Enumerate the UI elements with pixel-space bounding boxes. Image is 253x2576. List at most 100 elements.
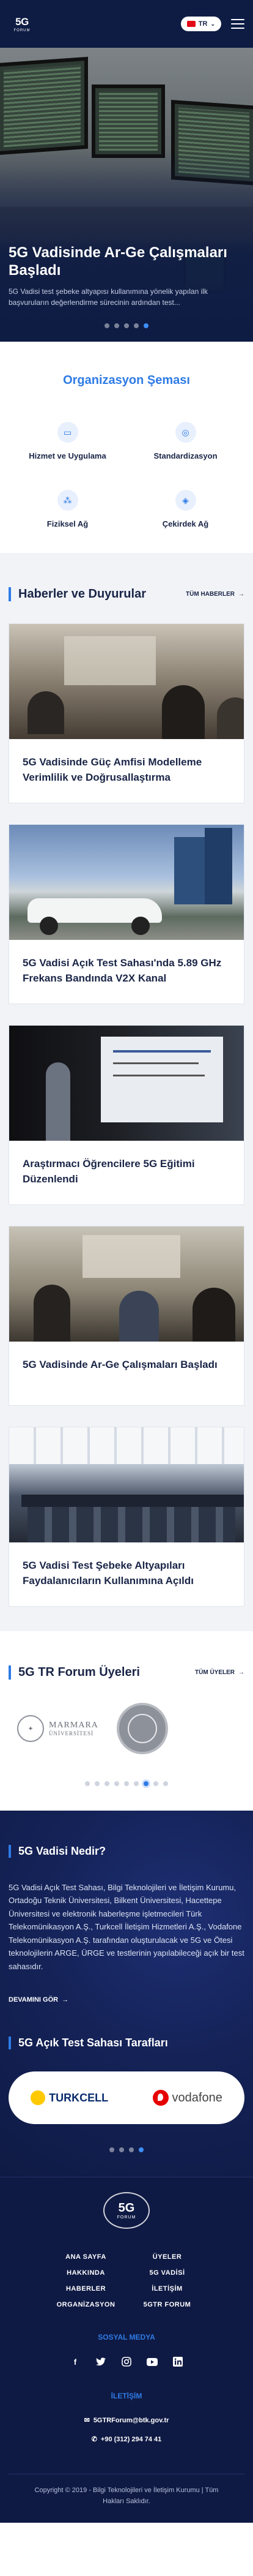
org-item-standardization[interactable]: ◎ Standardizasyon bbox=[127, 422, 244, 460]
core-icon: ◈ bbox=[175, 490, 196, 511]
facebook-icon[interactable]: f bbox=[70, 2356, 81, 2367]
news-title: 5G Vadisinde Güç Amfisi Modelleme Veriml… bbox=[23, 756, 202, 783]
pagination-dot[interactable] bbox=[105, 1781, 109, 1786]
site-footer: 5G FORUM ANA SAYFA ÜYELER HAKKINDA 5G VA… bbox=[0, 2177, 253, 2523]
turkcell-mark-icon bbox=[31, 2090, 46, 2106]
language-code: TR bbox=[198, 20, 208, 28]
logo-subtext: FORUM bbox=[13, 28, 31, 32]
news-title: 5G Vadisi Açık Test Sahası'nda 5.89 GHz … bbox=[23, 957, 222, 984]
org-item-physical-network[interactable]: ⁂ Fiziksel Ağ bbox=[9, 490, 127, 528]
pagination-dot[interactable] bbox=[153, 1781, 158, 1786]
pagination-dot[interactable] bbox=[134, 323, 139, 328]
pagination-dot[interactable] bbox=[124, 323, 129, 328]
members-carousel[interactable]: ✦ MARMARA ÜNİVERSİTESİ bbox=[9, 1698, 244, 1759]
hamburger-menu-icon[interactable] bbox=[231, 19, 244, 29]
org-item-label: Fiziksel Ağ bbox=[46, 519, 89, 528]
org-item-core-network[interactable]: ◈ Çekirdek Ağ bbox=[127, 490, 244, 528]
news-card[interactable]: 5G Vadisi Açık Test Sahası'nda 5.89 GHz … bbox=[9, 824, 244, 1004]
organization-title: Organizasyon Şeması bbox=[63, 374, 190, 387]
org-item-label: Hizmet ve Uygulama bbox=[29, 451, 106, 460]
footer-nav: ANA SAYFA ÜYELER HAKKINDA 5G VADİSİ HABE… bbox=[9, 2253, 244, 2308]
footer-link-news[interactable]: HABERLER bbox=[45, 2285, 127, 2292]
news-card[interactable]: 5G Vadisinde Güç Amfisi Modelleme Veriml… bbox=[9, 623, 244, 803]
twitter-icon[interactable] bbox=[95, 2356, 106, 2367]
email-link[interactable]: ✉ 5GTRForum@btk.gov.tr bbox=[84, 2416, 169, 2425]
pagination-dot[interactable] bbox=[114, 1781, 119, 1786]
chevron-down-icon: ⌄ bbox=[210, 20, 215, 27]
organization-grid: ▭ Hizmet ve Uygulama ◎ Standardizasyon ⁂… bbox=[9, 422, 244, 528]
footer-logo-subtext: FORUM bbox=[117, 2215, 136, 2220]
youtube-icon[interactable] bbox=[147, 2356, 158, 2367]
hero-caption: 5G Vadisinde Ar-Ge Çalışmaları Başladı 5… bbox=[9, 244, 244, 308]
pagination-dot[interactable] bbox=[114, 323, 119, 328]
member-name: MARMARA bbox=[49, 1721, 98, 1730]
pagination-dot[interactable] bbox=[95, 1781, 100, 1786]
pagination-dot[interactable] bbox=[139, 2147, 144, 2153]
read-more-link[interactable]: DEVAMINI GÖR → bbox=[9, 1996, 244, 2003]
organization-section: Organizasyon Şeması ▭ Hizmet ve Uygulama… bbox=[0, 342, 253, 553]
pagination-dot[interactable] bbox=[109, 2147, 114, 2153]
pagination-dot[interactable] bbox=[144, 323, 148, 328]
pagination-dot[interactable] bbox=[134, 1781, 139, 1786]
marmara-university-logo[interactable]: ✦ MARMARA ÜNİVERSİTESİ bbox=[17, 1715, 98, 1742]
arrow-right-icon: → bbox=[238, 1669, 244, 1676]
instagram-icon[interactable] bbox=[121, 2356, 132, 2367]
pagination-dot[interactable] bbox=[105, 323, 109, 328]
contact-info: ✉ 5GTRForum@btk.gov.tr ✆ +90 (312) 294 7… bbox=[9, 2416, 244, 2444]
all-news-link[interactable]: TÜM HABERLER → bbox=[186, 591, 244, 598]
hero-title[interactable]: 5G Vadisinde Ar-Ge Çalışmaları Başladı bbox=[9, 244, 244, 280]
footer-link-about[interactable]: HAKKINDA bbox=[45, 2269, 127, 2277]
all-news-label: TÜM HABERLER bbox=[186, 591, 235, 598]
contact-title: İLETİŞİM bbox=[111, 2392, 142, 2401]
network-icon: ⁂ bbox=[57, 490, 78, 511]
screen-icon: ▭ bbox=[57, 422, 78, 443]
top-bar: 5G FORUM TR ⌄ bbox=[0, 0, 253, 48]
news-card[interactable]: 5G Vadisinde Ar-Ge Çalışmaları Başladı bbox=[9, 1226, 244, 1406]
member-seal-logo[interactable] bbox=[116, 1703, 168, 1754]
read-more-label: DEVAMINI GÖR bbox=[9, 1996, 59, 2004]
footer-link-organization[interactable]: ORGANİZASYON bbox=[45, 2301, 127, 2308]
partners-pagination bbox=[9, 2147, 244, 2153]
pagination-dot[interactable] bbox=[144, 1781, 148, 1786]
valley-section: 5G Vadisi Nedir? 5G Vadisi Açık Test Sah… bbox=[0, 1811, 253, 2177]
news-card[interactable]: 5G Vadisi Test Şebeke Altyapıları Faydal… bbox=[9, 1427, 244, 1607]
footer-link-5g-valley[interactable]: 5G VADİSİ bbox=[127, 2269, 208, 2277]
footer-link-home[interactable]: ANA SAYFA bbox=[45, 2253, 127, 2261]
marmara-seal-icon: ✦ bbox=[17, 1715, 44, 1742]
footer-link-contact[interactable]: İLETİŞİM bbox=[127, 2285, 208, 2292]
site-logo[interactable]: 5G FORUM bbox=[9, 16, 35, 32]
pagination-dot[interactable] bbox=[119, 2147, 124, 2153]
hero-slider[interactable]: 5G Vadisinde Ar-Ge Çalışmaları Başladı 5… bbox=[0, 48, 253, 342]
language-selector[interactable]: TR ⌄ bbox=[180, 17, 221, 31]
arrow-right-icon: → bbox=[238, 591, 244, 598]
news-list: 5G Vadisinde Güç Amfisi Modelleme Veriml… bbox=[9, 623, 244, 1607]
partners-title: 5G Açık Test Sahası Tarafları bbox=[9, 2037, 244, 2050]
hero-pagination bbox=[0, 323, 253, 328]
vodafone-logo[interactable]: vodafone bbox=[152, 2090, 222, 2106]
linkedin-icon[interactable] bbox=[172, 2356, 183, 2367]
pagination-dot[interactable] bbox=[163, 1781, 168, 1786]
all-members-link[interactable]: TÜM ÜYELER → bbox=[195, 1669, 244, 1676]
turkcell-logo[interactable]: TURKCELL bbox=[31, 2090, 108, 2106]
pagination-dot[interactable] bbox=[85, 1781, 90, 1786]
member-subtitle: ÜNİVERSİTESİ bbox=[49, 1730, 94, 1737]
footer-link-members[interactable]: ÜYELER bbox=[127, 2253, 208, 2261]
email-address: 5GTRForum@btk.gov.tr bbox=[93, 2416, 169, 2424]
valley-description: 5G Vadisi Açık Test Sahası, Bilgi Teknol… bbox=[9, 1883, 244, 1971]
footer-link-forum[interactable]: 5GTR FORUM bbox=[127, 2301, 208, 2308]
pagination-dot[interactable] bbox=[129, 2147, 134, 2153]
news-card[interactable]: Araştırmacı Öğrencilere 5G Eğitimi Düzen… bbox=[9, 1025, 244, 1205]
news-image bbox=[9, 1026, 244, 1141]
arrow-right-icon: → bbox=[62, 1996, 69, 2004]
footer-logo[interactable]: 5G FORUM bbox=[9, 2192, 244, 2229]
forum-members-section: 5G TR Forum Üyeleri TÜM ÜYELER → ✦ MARMA… bbox=[0, 1631, 253, 1811]
phone-number: +90 (312) 294 74 41 bbox=[100, 2435, 162, 2443]
all-members-label: TÜM ÜYELER bbox=[195, 1669, 235, 1676]
org-item-service[interactable]: ▭ Hizmet ve Uygulama bbox=[9, 422, 127, 460]
members-pagination bbox=[9, 1781, 244, 1786]
partners-carousel[interactable]: TURKCELL vodafone bbox=[9, 2071, 244, 2125]
pagination-dot[interactable] bbox=[124, 1781, 129, 1786]
phone-link[interactable]: ✆ +90 (312) 294 74 41 bbox=[92, 2435, 162, 2444]
news-header: Haberler ve Duyurular TÜM HABERLER → bbox=[9, 587, 244, 601]
vodafone-mark-icon bbox=[152, 2090, 169, 2106]
